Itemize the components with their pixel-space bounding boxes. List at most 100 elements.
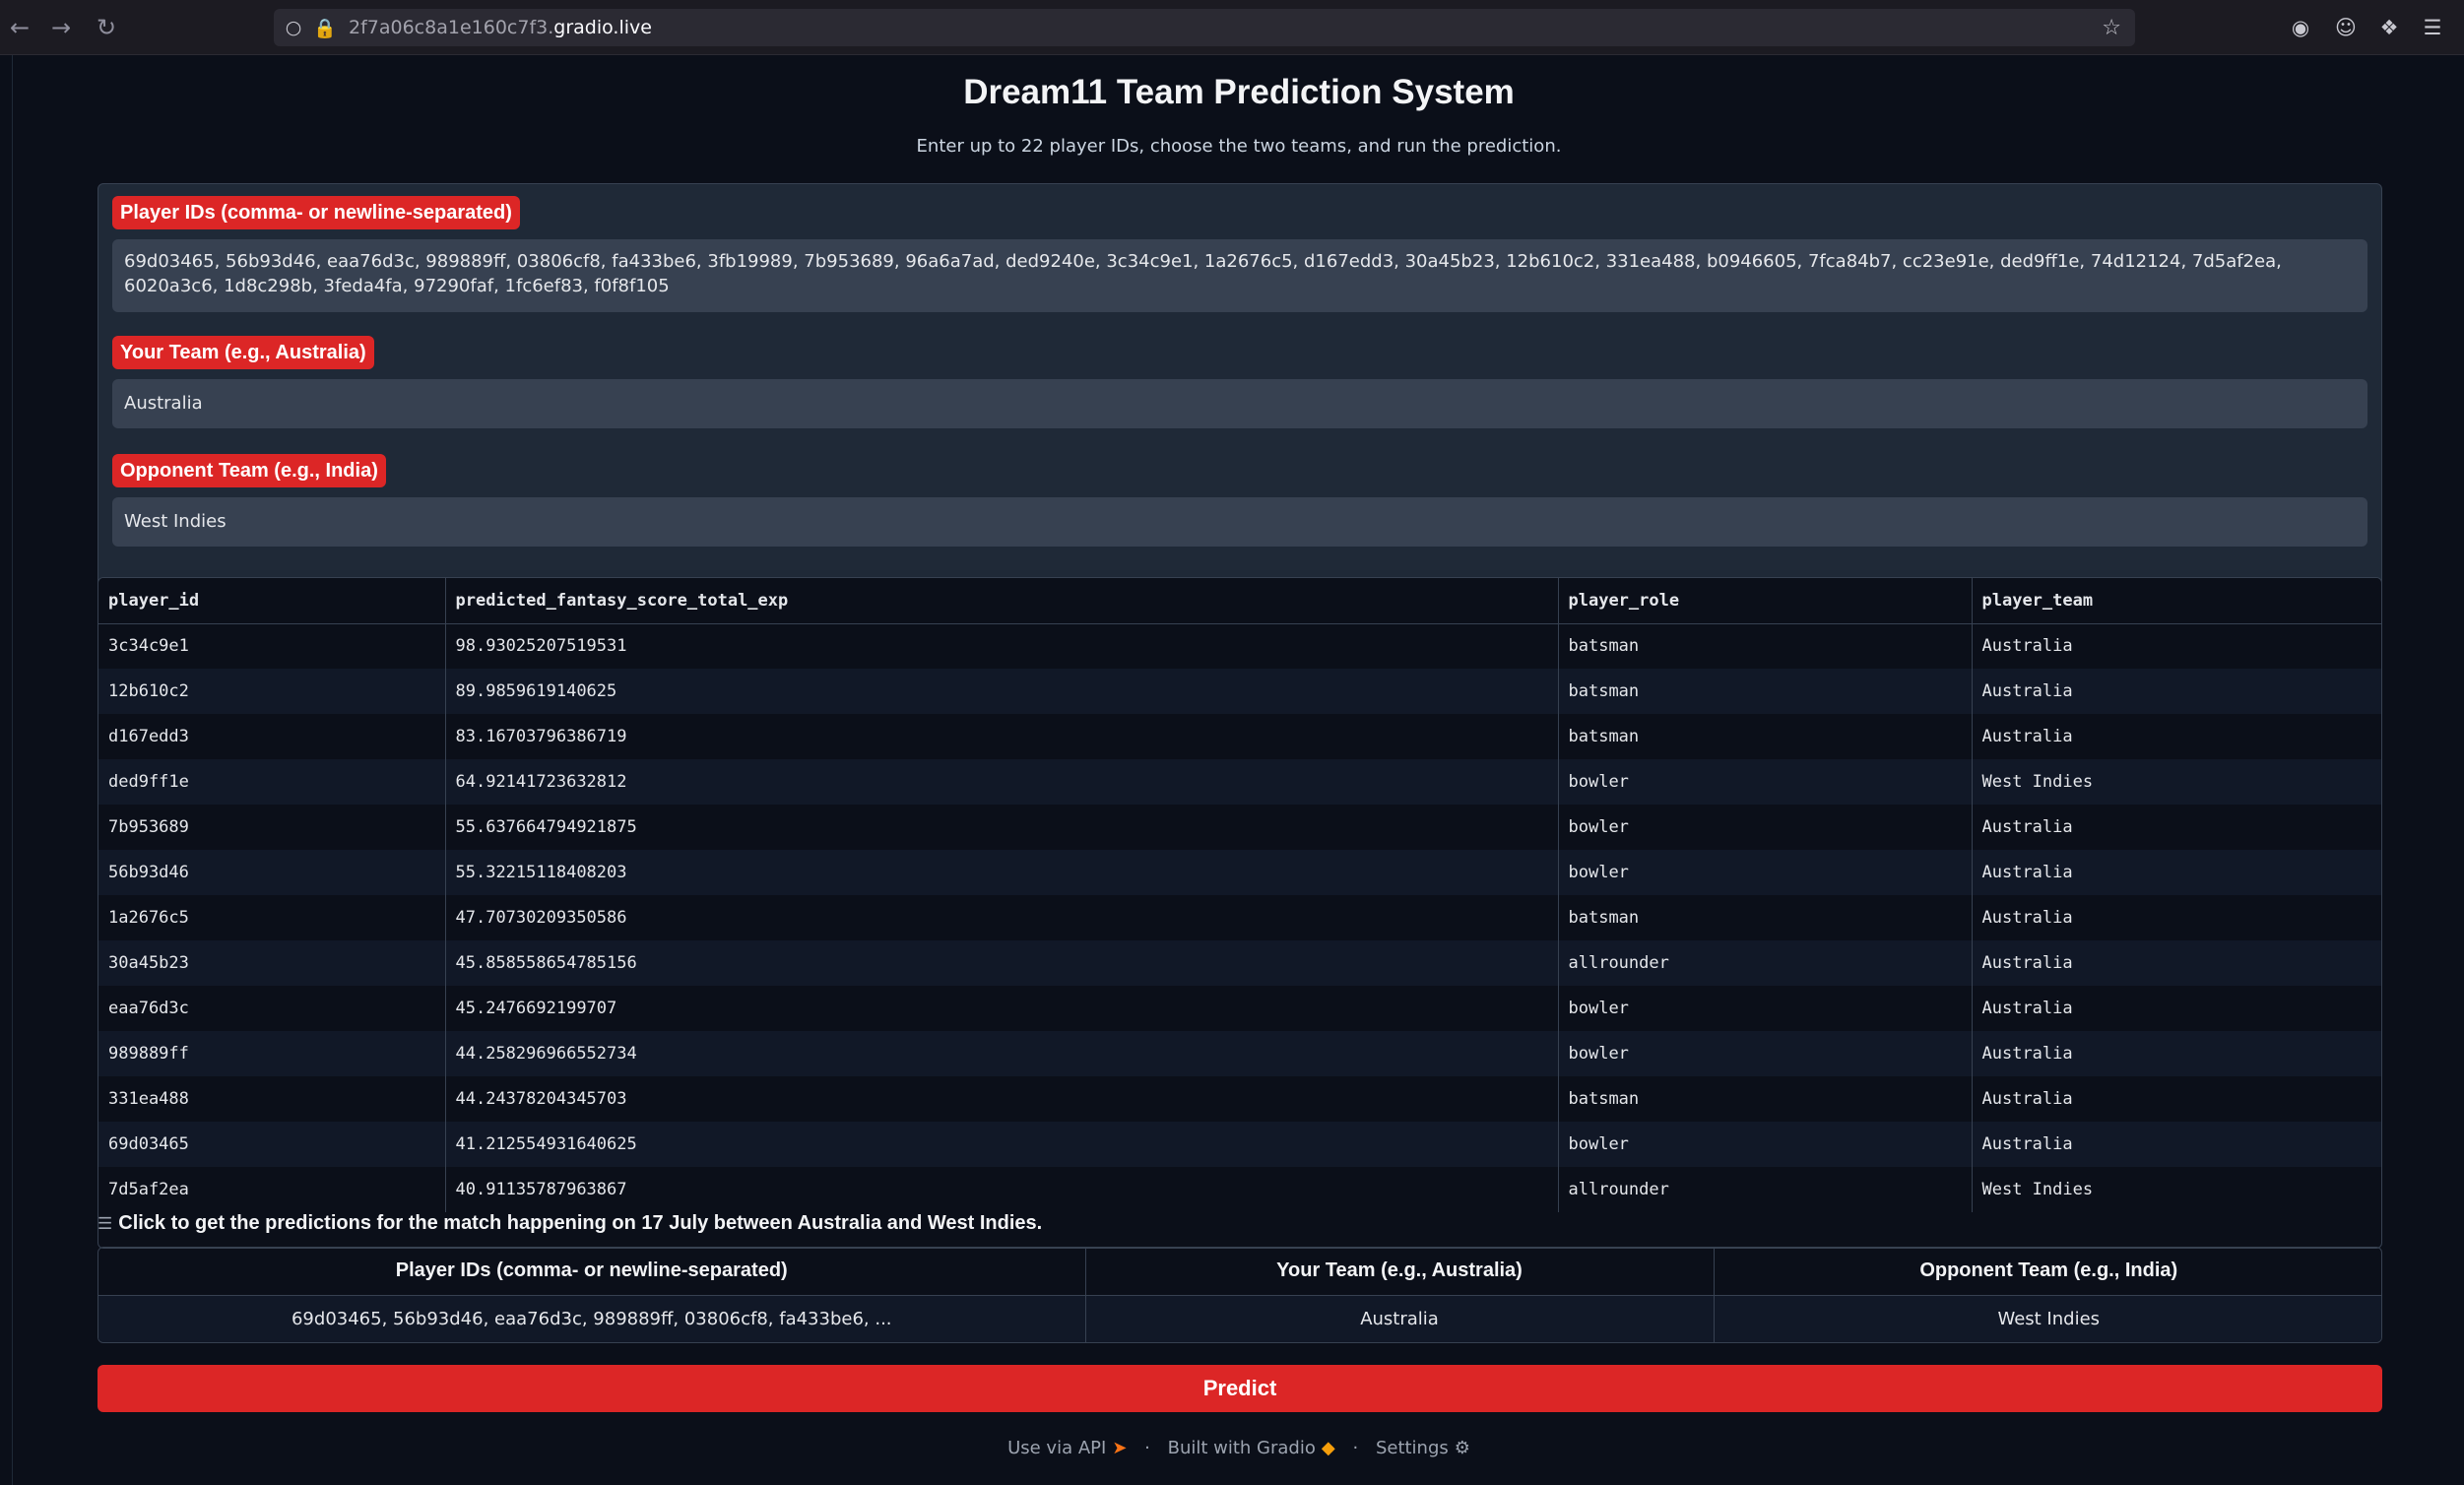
table-cell[interactable]: allrounder: [1558, 940, 1973, 986]
table-cell[interactable]: batsman: [1558, 623, 1973, 669]
table-cell[interactable]: Australia: [1972, 1031, 2381, 1076]
bookmark-star-icon[interactable]: ☆: [2102, 16, 2121, 40]
table-row: 12b610c2 89.9859619140625 batsman Australia: [98, 669, 2381, 714]
table-cell[interactable]: 55.32215118408203: [445, 850, 1559, 895]
opponent-team-label: Opponent Team (e.g., India): [112, 454, 386, 487]
table-row: 7d5af2ea 40.91135787963867 allrounder West …: [98, 1167, 2381, 1212]
pocket-icon[interactable]: ◉: [2287, 14, 2314, 41]
address-bar[interactable]: ○ 🔒 2f7a06c8a1e160c7f3.gradio.live ☆: [274, 9, 2135, 46]
table-row: 331ea488 44.24378204345703 batsman Australi…: [98, 1076, 2381, 1122]
list-icon: ☰: [97, 1214, 113, 1233]
table-cell[interactable]: batsman: [1558, 714, 1973, 759]
table-cell[interactable]: 3c34c9e1: [98, 623, 446, 669]
rocket-icon: ➤: [1112, 1438, 1128, 1458]
table-cell[interactable]: Australia: [1972, 895, 2381, 940]
table-cell[interactable]: 47.70730209350586: [445, 895, 1559, 940]
table-cell[interactable]: Australia: [1972, 850, 2381, 895]
separator: ·: [1352, 1438, 1359, 1458]
table-row: 56b93d46 55.32215118408203 bowler Australia: [98, 850, 2381, 895]
example-opponent-team[interactable]: West Indies: [1714, 1295, 2381, 1342]
example-your-team[interactable]: Australia: [1085, 1295, 1715, 1342]
table-cell[interactable]: 45.858558654785156: [445, 940, 1559, 986]
table-cell[interactable]: 44.24378204345703: [445, 1076, 1559, 1122]
table-cell[interactable]: bowler: [1558, 1031, 1973, 1076]
table-cell[interactable]: 56b93d46: [98, 850, 446, 895]
account-icon[interactable]: ☺: [2332, 14, 2360, 41]
table-cell[interactable]: 40.91135787963867: [445, 1167, 1559, 1212]
table-cell[interactable]: West Indies: [1972, 1167, 2381, 1212]
page-subtitle: Enter up to 22 player IDs, choose the tw…: [916, 136, 1562, 157]
table-cell[interactable]: 7d5af2ea: [98, 1167, 446, 1212]
results-table: player_id predicted_fantasy_score_total_…: [98, 578, 2381, 1212]
opponent-team-input[interactable]: West Indies: [112, 497, 2367, 547]
use-via-api-link[interactable]: Use via API ➤: [1007, 1438, 1127, 1458]
table-cell[interactable]: 89.9859619140625: [445, 669, 1559, 714]
api-link-label: Use via API: [1007, 1438, 1107, 1458]
examples-header: ☰ Click to get the predictions for the ma…: [97, 1212, 1042, 1235]
table-cell[interactable]: allrounder: [1558, 1167, 1973, 1212]
table-row: ded9ff1e 64.92141723632812 bowler West Indi…: [98, 759, 2381, 805]
table-cell[interactable]: 7b953689: [98, 805, 446, 850]
table-cell[interactable]: 55.637664794921875: [445, 805, 1559, 850]
settings-link[interactable]: Settings ⚙: [1376, 1438, 1470, 1458]
table-cell[interactable]: 69d03465: [98, 1122, 446, 1167]
table-cell[interactable]: Australia: [1972, 669, 2381, 714]
column-header[interactable]: predicted_fantasy_score_total_exp: [445, 578, 1559, 624]
table-cell[interactable]: 12b610c2: [98, 669, 446, 714]
column-header[interactable]: player_id: [98, 578, 446, 624]
table-cell[interactable]: bowler: [1558, 850, 1973, 895]
table-cell[interactable]: bowler: [1558, 986, 1973, 1031]
table-row: 1a2676c5 47.70730209350586 batsman Australi…: [98, 895, 2381, 940]
table-cell[interactable]: batsman: [1558, 1076, 1973, 1122]
table-cell[interactable]: 98.93025207519531: [445, 623, 1559, 669]
table-cell[interactable]: 44.258296966552734: [445, 1031, 1559, 1076]
table-cell[interactable]: 45.2476692199707: [445, 986, 1559, 1031]
table-cell[interactable]: Australia: [1972, 986, 2381, 1031]
table-cell[interactable]: 30a45b23: [98, 940, 446, 986]
examples-column-header: Player IDs (comma- or newline-separated): [98, 1248, 1086, 1296]
player-ids-label: Player IDs (comma- or newline-separated): [112, 196, 520, 229]
column-header[interactable]: player_team: [1972, 578, 2381, 624]
example-player-ids[interactable]: 69d03465, 56b93d46, eaa76d3c, 989889ff, …: [98, 1295, 1086, 1342]
table-cell[interactable]: Australia: [1972, 940, 2381, 986]
table-cell[interactable]: 83.16703796386719: [445, 714, 1559, 759]
table-cell[interactable]: 331ea488: [98, 1076, 446, 1122]
extensions-icon[interactable]: ❖: [2375, 14, 2403, 41]
table-cell[interactable]: ded9ff1e: [98, 759, 446, 805]
table-cell[interactable]: eaa76d3c: [98, 986, 446, 1031]
table-cell[interactable]: Australia: [1972, 1076, 2381, 1122]
predict-button[interactable]: Predict: [97, 1365, 2382, 1412]
built-with-gradio-link[interactable]: Built with Gradio ◆: [1168, 1438, 1335, 1458]
shield-icon[interactable]: ○: [282, 16, 305, 39]
back-icon[interactable]: ←: [4, 12, 35, 43]
table-cell[interactable]: Australia: [1972, 1122, 2381, 1167]
table-cell[interactable]: 64.92141723632812: [445, 759, 1559, 805]
results-header-row: player_id predicted_fantasy_score_total_…: [98, 578, 2381, 624]
results-dataframe[interactable]: player_id predicted_fantasy_score_total_…: [97, 577, 2382, 1249]
reload-icon[interactable]: ↻: [91, 12, 122, 43]
example-row[interactable]: 69d03465, 56b93d46, eaa76d3c, 989889ff, …: [98, 1295, 2381, 1342]
table-cell[interactable]: bowler: [1558, 1122, 1973, 1167]
your-team-input[interactable]: Australia: [112, 379, 2367, 428]
table-cell[interactable]: 41.212554931640625: [445, 1122, 1559, 1167]
table-cell[interactable]: 989889ff: [98, 1031, 446, 1076]
footer: Use via API ➤ · Built with Gradio ◆ · Sett…: [13, 1438, 2464, 1458]
player-ids-textarea[interactable]: 69d03465, 56b93d46, eaa76d3c, 989889ff, …: [112, 239, 2367, 312]
table-cell[interactable]: bowler: [1558, 759, 1973, 805]
table-cell[interactable]: batsman: [1558, 895, 1973, 940]
url-text[interactable]: 2f7a06c8a1e160c7f3.gradio.live: [349, 17, 652, 38]
table-cell[interactable]: Australia: [1972, 623, 2381, 669]
table-cell[interactable]: Australia: [1972, 714, 2381, 759]
table-row: d167edd3 83.16703796386719 batsman Australi…: [98, 714, 2381, 759]
lock-icon[interactable]: 🔒: [313, 16, 337, 39]
table-cell[interactable]: Australia: [1972, 805, 2381, 850]
table-cell[interactable]: batsman: [1558, 669, 1973, 714]
table-cell[interactable]: bowler: [1558, 805, 1973, 850]
table-cell[interactable]: 1a2676c5: [98, 895, 446, 940]
table-cell[interactable]: West Indies: [1972, 759, 2381, 805]
menu-icon[interactable]: ☰: [2419, 14, 2446, 41]
examples-column-header: Your Team (e.g., Australia): [1085, 1248, 1715, 1296]
column-header[interactable]: player_role: [1558, 578, 1973, 624]
table-cell[interactable]: d167edd3: [98, 714, 446, 759]
forward-icon[interactable]: →: [45, 12, 77, 43]
